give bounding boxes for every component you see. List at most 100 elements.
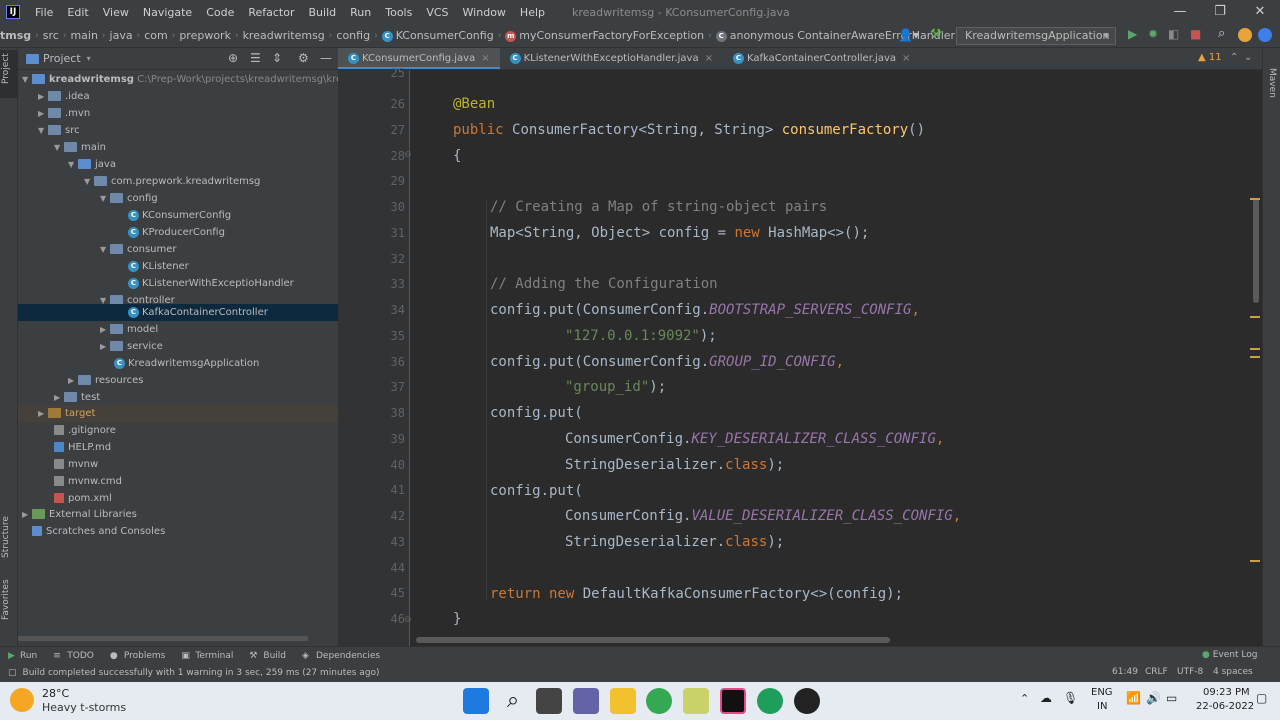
battery-icon[interactable]: ▭ bbox=[1166, 691, 1177, 705]
build-hammer-icon[interactable]: ⚒ bbox=[930, 27, 942, 42]
tree-item-mvnw[interactable]: mvnw bbox=[18, 456, 338, 473]
run-tool-button[interactable]: ▶ Run bbox=[0, 651, 47, 661]
structure-tool-tab[interactable]: Structure bbox=[1, 516, 11, 558]
run-icon[interactable]: ▶ bbox=[1128, 27, 1137, 41]
clock-time[interactable]: 09:23 PM bbox=[1203, 687, 1250, 698]
user-icon[interactable]: 👤▾ bbox=[898, 28, 919, 42]
problems-tool-button[interactable]: ● Problems bbox=[104, 651, 175, 661]
build-tool-button[interactable]: ⚒ Build bbox=[243, 651, 296, 661]
hide-icon[interactable]: — bbox=[320, 51, 332, 65]
update-icon[interactable] bbox=[1238, 28, 1252, 42]
indent-setting[interactable]: 4 spaces bbox=[1213, 667, 1253, 677]
search-icon[interactable]: ⌕ bbox=[1218, 26, 1225, 41]
plugin-icon[interactable] bbox=[1258, 28, 1272, 42]
debug-icon[interactable]: ✹ bbox=[1148, 27, 1158, 41]
collapse-all-icon[interactable]: ⇕ bbox=[272, 51, 282, 65]
onedrive-icon[interactable]: ☁ bbox=[1040, 691, 1052, 705]
tree-item-package[interactable]: ▼ com.prepwork.kreadwritemsg bbox=[18, 173, 338, 190]
breadcrumb-kreadwritemsg[interactable]: kreadwritemsg bbox=[239, 29, 329, 42]
notification-icon[interactable]: ▢ bbox=[1256, 691, 1267, 705]
tree-item-consumer[interactable]: ▼ consumer bbox=[18, 241, 338, 258]
close-tab-icon[interactable]: × bbox=[705, 53, 713, 64]
run-configuration-select[interactable]: KreadwritemsgApplication ▾ bbox=[956, 27, 1116, 45]
tree-item-src[interactable]: ▼ src bbox=[18, 122, 338, 139]
menu-tools[interactable]: Tools bbox=[378, 6, 419, 19]
breadcrumb-project[interactable]: tmsg bbox=[0, 29, 35, 42]
breadcrumb-prepwork[interactable]: prepwork bbox=[175, 29, 235, 42]
project-horizontal-scrollbar[interactable] bbox=[18, 636, 308, 641]
error-stripe-marker[interactable] bbox=[1250, 560, 1260, 562]
tree-item-external-libraries[interactable]: ▶ External Libraries bbox=[18, 506, 338, 523]
warnings-indicator[interactable]: ▲ 11 bbox=[1198, 52, 1222, 63]
next-highlight-icon[interactable]: ⌄ bbox=[1244, 52, 1252, 63]
menu-code[interactable]: Code bbox=[199, 6, 241, 19]
chevron-down-icon[interactable]: ▾ bbox=[87, 54, 91, 63]
gear-icon[interactable]: ⚙ bbox=[298, 51, 309, 65]
tree-item-kafkacontainercontroller[interactable]: C KafkaContainerController bbox=[18, 304, 338, 321]
tree-item-pomxml[interactable]: pom.xml bbox=[18, 490, 338, 507]
error-stripe-marker[interactable] bbox=[1250, 356, 1260, 358]
expand-all-icon[interactable]: ☰ bbox=[250, 51, 261, 65]
locate-icon[interactable]: ⊕ bbox=[228, 51, 238, 65]
microphone-icon[interactable]: 🎙 bbox=[1063, 691, 1078, 705]
tree-item-klistener[interactable]: C KListener bbox=[18, 258, 338, 275]
file-encoding[interactable]: UTF-8 bbox=[1177, 667, 1203, 677]
breadcrumb-method[interactable]: m myConsumerFactoryForException bbox=[501, 29, 708, 42]
tree-item-main[interactable]: ▼ main bbox=[18, 139, 338, 156]
tree-item-kreadwritemsgapplication[interactable]: C KreadwritemsgApplication bbox=[18, 355, 338, 372]
favorites-tool-tab[interactable]: Favorites bbox=[1, 579, 11, 620]
error-stripe-marker[interactable] bbox=[1250, 316, 1260, 318]
breadcrumb-src[interactable]: src bbox=[39, 29, 63, 42]
tray-chevron-icon[interactable]: ⌃ bbox=[1020, 692, 1029, 705]
tab-kafkacontainercontroller[interactable]: C KafkaContainerController.java × bbox=[723, 48, 920, 69]
tree-item-mvnwcmd[interactable]: mvnw.cmd bbox=[18, 473, 338, 490]
restore-button[interactable]: ❐ bbox=[1200, 0, 1240, 24]
volume-icon[interactable]: 🔊 bbox=[1146, 691, 1161, 705]
breadcrumb-anonymous[interactable]: Canonymous ContainerAwareErrorHandler bbox=[712, 29, 959, 42]
project-panel-title[interactable]: Project bbox=[43, 52, 81, 65]
caret-position[interactable]: 61:49 bbox=[1112, 667, 1138, 677]
tree-item-klistenerwithexceptiohandler[interactable]: C KListenerWithExceptioHandler bbox=[18, 275, 338, 292]
project-tool-tab[interactable]: Project bbox=[1, 53, 11, 84]
error-stripe-marker[interactable] bbox=[1250, 198, 1260, 200]
teams-icon[interactable] bbox=[573, 688, 599, 714]
tree-item-helpmd[interactable]: HELP.md bbox=[18, 439, 338, 456]
github-icon[interactable] bbox=[794, 688, 820, 714]
menu-navigate[interactable]: Navigate bbox=[136, 6, 199, 19]
tree-item-test[interactable]: ▶ test bbox=[18, 389, 338, 406]
tree-item-scratches[interactable]: Scratches and Consoles bbox=[18, 523, 338, 540]
status-message[interactable]: Build completed successfully with 1 warn… bbox=[23, 668, 380, 678]
search-icon[interactable]: ⌕ bbox=[500, 688, 526, 714]
menu-vcs[interactable]: VCS bbox=[419, 6, 455, 19]
maven-tool-tab[interactable]: Maven bbox=[1267, 68, 1277, 98]
coverage-icon[interactable]: ◧ bbox=[1168, 27, 1179, 41]
editor-vertical-scrollbar[interactable] bbox=[1253, 198, 1259, 303]
menu-build[interactable]: Build bbox=[302, 6, 344, 19]
breadcrumb-com[interactable]: com bbox=[140, 29, 172, 42]
previous-highlight-icon[interactable]: ⌃ bbox=[1230, 52, 1238, 63]
menu-refactor[interactable]: Refactor bbox=[241, 6, 301, 19]
tree-root[interactable]: ▼ kreadwritemsg C:\Prep-Work\projects\kre… bbox=[18, 71, 367, 88]
weather-text[interactable]: Heavy t-storms bbox=[42, 701, 126, 714]
breadcrumb-main[interactable]: main bbox=[66, 29, 101, 42]
notepad-plus-icon[interactable] bbox=[683, 688, 709, 714]
menu-help[interactable]: Help bbox=[513, 6, 552, 19]
intellij-taskbar-icon[interactable] bbox=[720, 688, 746, 714]
breadcrumb-class[interactable]: C KConsumerConfig bbox=[378, 29, 498, 42]
tab-klistenerwithexceptiohandler[interactable]: C KListenerWithExceptioHandler.java × bbox=[500, 48, 723, 69]
stop-icon[interactable]: ■ bbox=[1190, 27, 1201, 41]
tree-item-gitignore[interactable]: .gitignore bbox=[18, 422, 338, 439]
menu-view[interactable]: View bbox=[96, 6, 136, 19]
tree-item-service[interactable]: ▶ service bbox=[18, 338, 338, 355]
menu-window[interactable]: Window bbox=[456, 6, 513, 19]
close-tab-icon[interactable]: × bbox=[481, 53, 489, 64]
tree-item-idea[interactable]: ▶ .idea bbox=[18, 88, 338, 105]
close-button[interactable]: ✕ bbox=[1240, 0, 1280, 24]
task-view-icon[interactable] bbox=[536, 688, 562, 714]
dependencies-tool-button[interactable]: ◈ Dependencies bbox=[296, 651, 390, 661]
menu-run[interactable]: Run bbox=[343, 6, 378, 19]
tree-item-config[interactable]: ▼ config bbox=[18, 190, 338, 207]
language-indicator[interactable]: ENG bbox=[1091, 687, 1113, 698]
tree-item-target[interactable]: ▶ target bbox=[18, 405, 338, 422]
tree-item-mvn[interactable]: ▶ .mvn bbox=[18, 105, 338, 122]
